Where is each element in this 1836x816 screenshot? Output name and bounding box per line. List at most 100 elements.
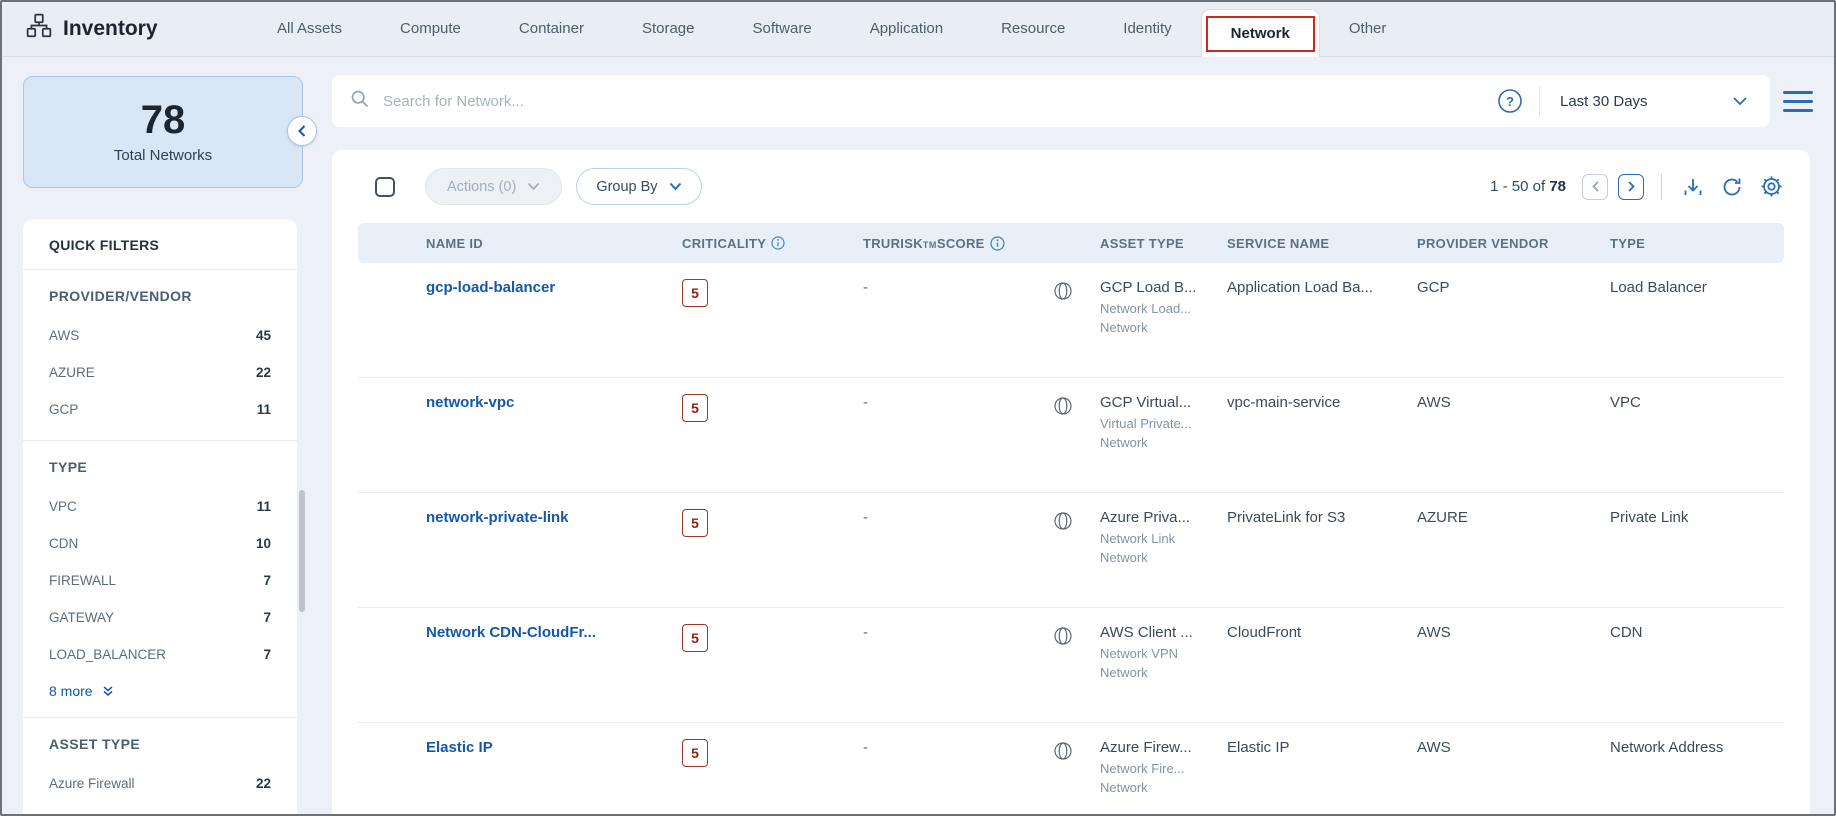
criticality-badge: 5 [682, 624, 708, 652]
asset-type-primary: GCP Load B... [1100, 279, 1197, 296]
filter-item-firewall[interactable]: FIREWALL 7 [49, 562, 271, 599]
actions-button[interactable]: Actions (0) [425, 168, 563, 205]
provider-vendor-cell: GCP [1417, 279, 1450, 296]
filter-item-gateway[interactable]: GATEWAY 7 [49, 599, 271, 636]
filter-section-provider-vendor: PROVIDER/VENDOR AWS 45 AZURE 22 GCP 11 [23, 270, 297, 440]
column-header-provider-vendor[interactable]: PROVIDER VENDOR [1417, 236, 1610, 251]
asset-name-link[interactable]: gcp-load-balancer [426, 279, 555, 296]
settings-gear-icon[interactable] [1758, 174, 1784, 200]
network-asset-icon [1053, 509, 1100, 536]
filter-count: 22 [255, 365, 271, 380]
date-range-dropdown[interactable]: Last 30 Days [1540, 93, 1752, 110]
tab-network[interactable]: Network [1200, 9, 1320, 57]
filter-item-load-balancer[interactable]: LOAD_BALANCER 7 [49, 636, 271, 673]
asset-type-secondary: Network VPN [1100, 646, 1179, 661]
asset-type-primary: GCP Virtual... [1100, 394, 1192, 411]
filter-section-title: TYPE [49, 459, 88, 475]
column-header-name-id[interactable]: NAME ID [358, 236, 682, 251]
column-header-criticality[interactable]: CRITICALITY [682, 236, 863, 251]
show-more-label: 8 more [49, 683, 93, 699]
asset-type-tertiary: Network [1100, 435, 1148, 450]
tab-compute[interactable]: Compute [371, 0, 490, 57]
column-header-asset-type[interactable]: ASSET TYPE [1100, 236, 1227, 251]
help-icon[interactable]: ? [1497, 88, 1523, 114]
tab-all-assets[interactable]: All Assets [248, 0, 371, 57]
asset-name-link[interactable]: Network CDN-CloudFr... [426, 624, 596, 641]
column-header-type[interactable]: TYPE [1610, 236, 1784, 251]
filter-item-azure-firewall[interactable]: Azure Firewall 22 [49, 765, 271, 802]
filter-item-gcp[interactable]: GCP 11 [49, 391, 271, 428]
chevron-left-icon [298, 125, 306, 137]
filter-label: LOAD_BALANCER [49, 647, 167, 662]
asset-type-primary: Azure Firew... [1100, 739, 1192, 756]
provider-vendor-cell: AWS [1417, 394, 1451, 411]
total-networks-card[interactable]: 78 Total Networks [23, 76, 303, 188]
tab-other[interactable]: Other [1320, 0, 1416, 57]
table-row[interactable]: network-vpc 5 - GCP Virtual... Virtual P… [358, 378, 1784, 493]
network-asset-icon [1053, 394, 1100, 421]
filter-label: VPC [49, 499, 77, 514]
filter-item-azure[interactable]: AZURE 22 [49, 354, 271, 391]
show-more-link[interactable]: 8 more [49, 673, 271, 705]
type-cell: Load Balancer [1610, 279, 1707, 296]
filter-section-asset-type: ASSET TYPE Azure Firewall 22 [23, 718, 297, 814]
column-header-service-name[interactable]: SERVICE NAME [1227, 236, 1417, 251]
info-icon[interactable] [990, 235, 1005, 251]
asset-type-secondary: Network Fire... [1100, 761, 1185, 776]
table-row[interactable]: gcp-load-balancer 5 - GCP Load B... Netw… [358, 263, 1784, 378]
pagination-label: 1 - 50 of 78 [1490, 178, 1566, 195]
tab-storage[interactable]: Storage [613, 0, 724, 57]
asset-name-link[interactable]: network-vpc [426, 394, 514, 411]
table-row[interactable]: Network CDN-CloudFr... 5 - AWS Client ..… [358, 608, 1784, 723]
sidebar-scrollbar[interactable] [299, 490, 305, 612]
refresh-icon[interactable] [1719, 174, 1745, 200]
table-toolbar: Actions (0) Group By 1 - 50 of 78 [332, 150, 1810, 223]
pagination-total: 78 [1549, 178, 1566, 195]
pagination-range: 1 - 50 of [1490, 178, 1546, 195]
asset-name-link[interactable]: network-private-link [426, 509, 569, 526]
filter-label: CDN [49, 536, 79, 551]
chevron-down-icon [528, 182, 540, 191]
info-icon[interactable] [771, 236, 785, 250]
quick-filters-panel: QUICK FILTERS PROVIDER/VENDOR AWS 45 AZU… [23, 219, 297, 816]
tab-application[interactable]: Application [841, 0, 972, 57]
asset-type-primary: Azure Priva... [1100, 509, 1191, 526]
type-cell: Network Address [1610, 739, 1724, 756]
network-asset-icon [1053, 739, 1100, 766]
trurisk-score-value: - [863, 394, 868, 411]
tab-identity[interactable]: Identity [1094, 0, 1200, 57]
provider-vendor-cell: AZURE [1417, 509, 1468, 526]
filter-section-type: TYPE VPC 11 CDN 10 FIREWALL 7 GATEWAY 7 … [23, 441, 297, 717]
previous-page-button[interactable] [1582, 173, 1608, 200]
column-header-label: CRITICALITY [682, 235, 767, 251]
brand: Inventory [26, 0, 158, 57]
type-cell: CDN [1610, 624, 1643, 641]
filter-item-aws[interactable]: AWS 45 [49, 317, 271, 354]
filter-count: 11 [256, 499, 271, 514]
asset-name-link[interactable]: Elastic IP [426, 739, 493, 756]
next-page-button[interactable] [1618, 173, 1644, 200]
menu-icon[interactable] [1783, 87, 1813, 115]
tab-resource[interactable]: Resource [972, 0, 1094, 57]
service-name-cell: vpc-main-service [1227, 394, 1341, 411]
table-row[interactable]: Elastic IP 5 - Azure Firew... Network Fi… [358, 723, 1784, 816]
filter-item-cdn[interactable]: CDN 10 [49, 525, 271, 562]
asset-type-secondary: Virtual Private... [1100, 416, 1192, 431]
filter-item-vpc[interactable]: VPC 11 [49, 488, 271, 525]
svg-text:?: ? [1506, 94, 1514, 109]
group-by-button[interactable]: Group By [576, 168, 702, 205]
table-row[interactable]: network-private-link 5 - Azure Priva... … [358, 493, 1784, 608]
column-header-label: TRURISKTMSCORE [863, 235, 985, 251]
actions-label: Actions (0) [447, 178, 517, 195]
download-icon[interactable] [1680, 174, 1706, 200]
search-input[interactable] [383, 92, 1497, 110]
filter-section-title: PROVIDER/VENDOR [49, 288, 192, 304]
filter-count: 7 [263, 647, 271, 662]
sidebar-collapse-button[interactable] [287, 116, 317, 146]
asset-type-secondary: Network Link [1100, 531, 1176, 546]
column-header-trurisk-score[interactable]: TRURISKTMSCORE [863, 236, 1053, 251]
search-bar: ? Last 30 Days [332, 75, 1770, 127]
select-all-checkbox[interactable] [375, 176, 395, 197]
tab-container[interactable]: Container [490, 0, 613, 57]
tab-software[interactable]: Software [724, 0, 841, 57]
